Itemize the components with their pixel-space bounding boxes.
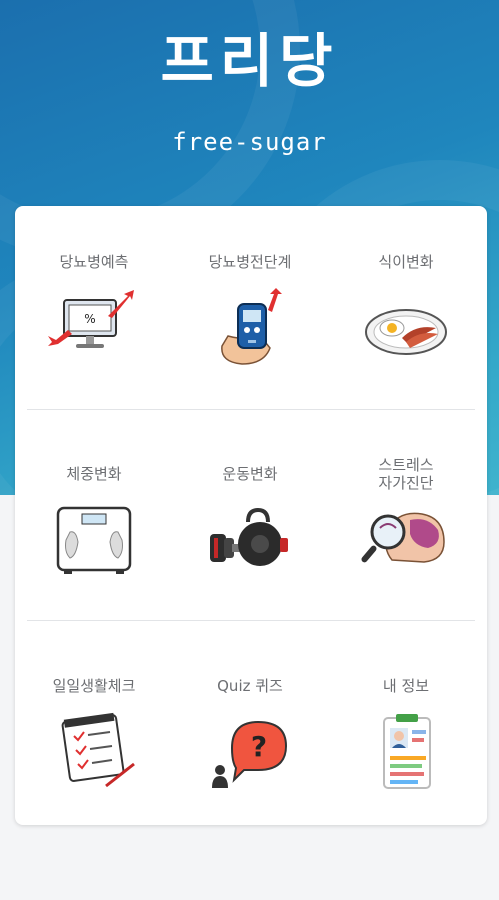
magnifier-brain-icon (361, 512, 445, 563)
menu-item-exercise-change[interactable]: 운동변화 (175, 454, 325, 644)
menu-label: 당뇨병전단계 (208, 253, 292, 271)
menu-item-daily-life-check[interactable]: 일일생활체크 (19, 666, 169, 856)
menu-label: 스트레스 자가진단 (378, 456, 434, 492)
svg-text:%: % (84, 312, 95, 326)
meal-plate-icon (365, 309, 447, 355)
menu-label: 운동변화 (222, 465, 278, 483)
app-title: 프리당 (160, 27, 339, 95)
menu-label: 체중변화 (66, 465, 122, 483)
menu-item-stress-self-check[interactable]: 스트레스 자가진단 (331, 454, 481, 644)
menu-label: 식이변화 (378, 253, 434, 271)
menu-item-my-info[interactable]: 내 정보 (331, 666, 481, 856)
app-subtitle: free-sugar (172, 128, 327, 156)
menu-item-weight-change[interactable]: 체중변화 (19, 454, 169, 644)
id-card-icon (383, 714, 431, 789)
menu-item-diabetes-prediction[interactable]: 당뇨병예측 % (19, 242, 169, 432)
menu-label: 일일생활체크 (52, 677, 136, 695)
menu-label: Quiz 퀴즈 (217, 677, 283, 695)
svg-text:?: ? (251, 730, 267, 763)
menu-label: 내 정보 (382, 677, 430, 695)
dumbbell-icon (210, 507, 288, 566)
menu-item-diet-change[interactable]: 식이변화 (331, 242, 481, 432)
menu-card: 당뇨병예측 % 당뇨병전단계 식이변화 체중변화 운동변화 스트레스 자가진단 … (15, 206, 487, 825)
menu-item-quiz[interactable]: Quiz 퀴즈 ? (175, 666, 325, 856)
glucose-meter-icon (221, 288, 282, 365)
checklist-icon (61, 712, 135, 788)
menu-item-prediabetes-stage[interactable]: 당뇨병전단계 (175, 242, 325, 432)
menu-label: 당뇨병예측 (59, 253, 129, 271)
question-bubble-icon: ? (212, 720, 288, 788)
monitor-percent-icon: % (48, 290, 134, 348)
bathroom-scale-icon (56, 506, 132, 574)
